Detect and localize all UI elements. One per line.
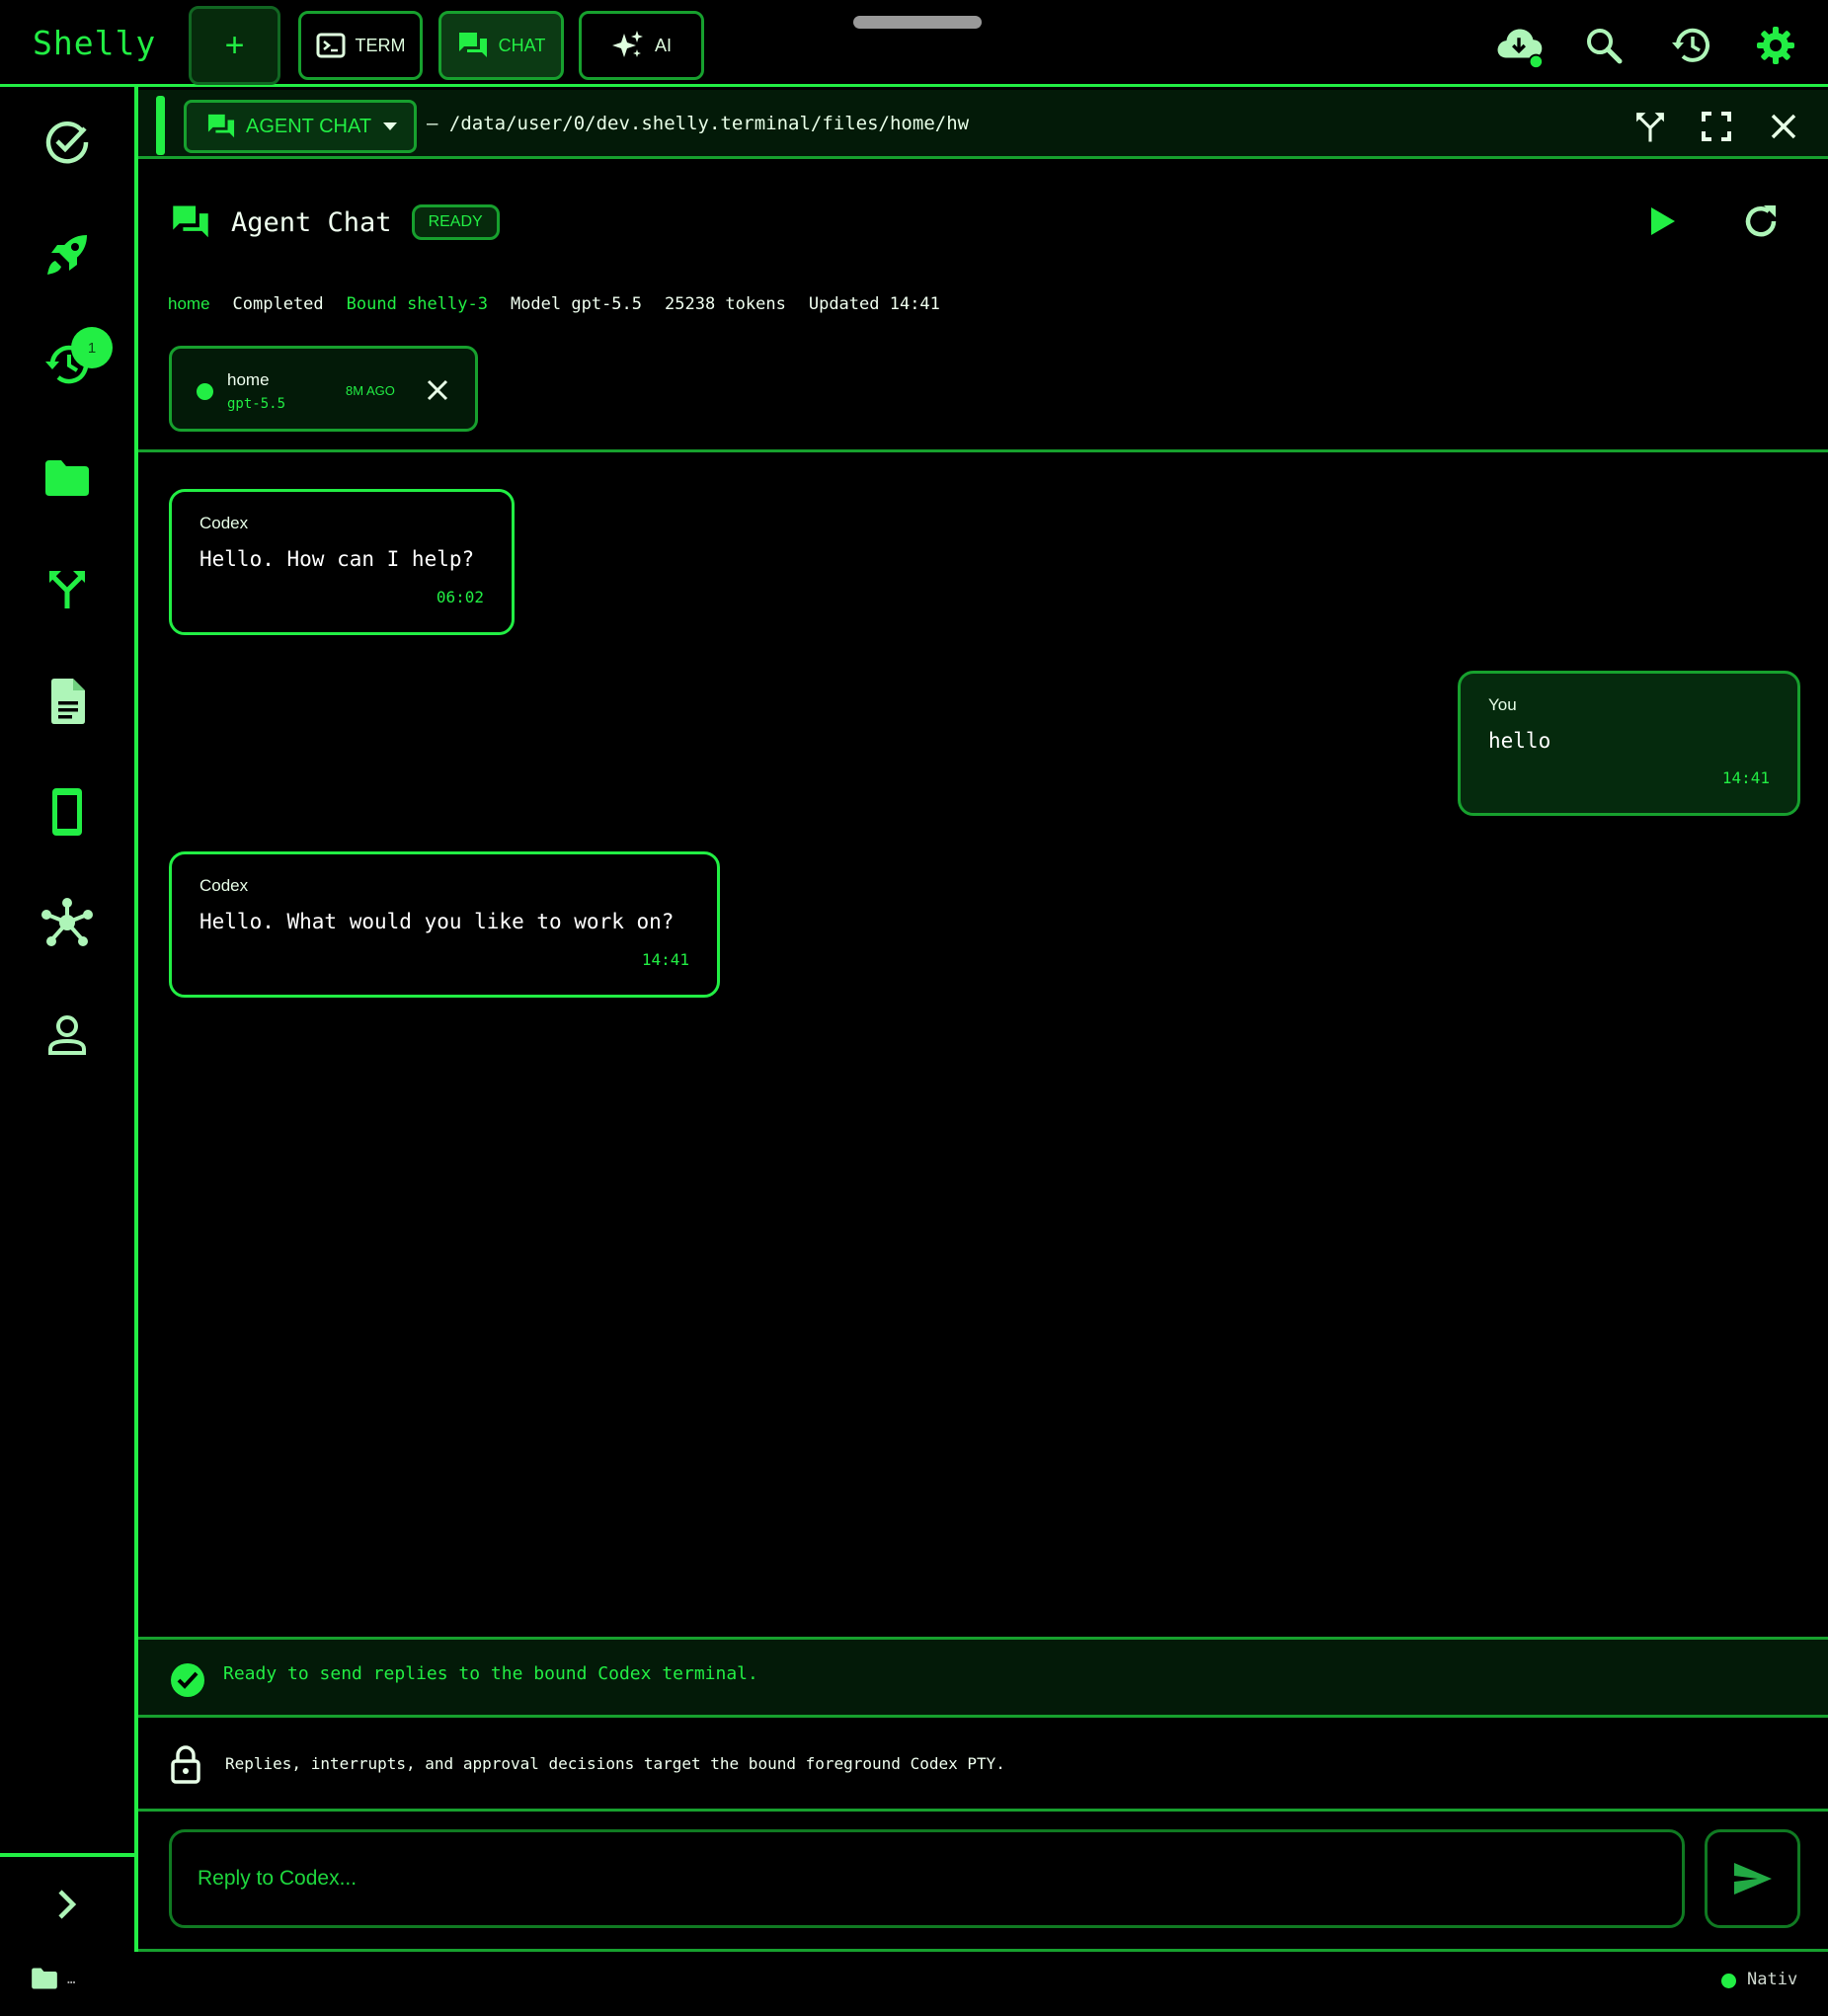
session-meta: home Completed Bound shelly-3 Model gpt-… [168, 294, 940, 314]
play-icon[interactable] [1638, 198, 1686, 245]
device-icon[interactable] [36, 780, 99, 844]
message-bubble-user: You hello 14:41 [1458, 671, 1800, 816]
chat-icon [206, 113, 236, 140]
message-bubble: Codex Hello. How can I help? 06:02 [169, 489, 515, 635]
check-circle-icon [170, 1662, 205, 1698]
message-text: Hello. What would you like to work on? [199, 910, 675, 933]
message-author: You [1488, 695, 1517, 714]
terminal-icon [316, 33, 346, 58]
session-name: home [227, 370, 270, 389]
connection-status-text: Nativ [1747, 1970, 1798, 1989]
message-time: 14:41 [1721, 768, 1770, 787]
header-divider [138, 449, 1828, 452]
agent-chat-dropdown-label: AGENT CHAT [246, 115, 372, 137]
notification-badge: 1 [71, 327, 113, 368]
session-status-dot [197, 383, 213, 400]
close-icon[interactable] [1760, 103, 1807, 150]
tasks-check-icon[interactable] [36, 111, 99, 174]
agent-chat-dropdown[interactable]: AGENT CHAT [184, 100, 417, 153]
message-author: Codex [199, 876, 249, 895]
lock-icon [170, 1744, 205, 1784]
session-model: gpt-5.5 [227, 396, 286, 412]
git-branch-icon[interactable] [36, 557, 99, 620]
session-age: 8M AGO [346, 383, 395, 398]
user-profile-icon[interactable] [36, 1004, 99, 1067]
search-icon[interactable] [1578, 20, 1629, 71]
term-tab-label: TERM [355, 35, 406, 55]
fullscreen-icon[interactable] [1693, 103, 1740, 150]
document-icon[interactable] [36, 670, 99, 733]
message-time: 06:02 [436, 588, 484, 606]
settings-gear-icon[interactable] [1750, 20, 1801, 71]
meta-bound: Bound shelly-3 [346, 294, 488, 314]
folder-icon[interactable] [31, 1967, 58, 1990]
term-tab[interactable]: TERM [298, 11, 423, 80]
chat-title-row: Agent Chat READY [170, 198, 500, 247]
close-session-icon[interactable] [420, 372, 455, 408]
ai-tab[interactable]: AI [579, 11, 704, 80]
history-icon[interactable] [1665, 20, 1716, 71]
status-path-ellipsis: … [67, 1972, 76, 1987]
session-card[interactable]: home gpt-5.5 8M AGO [169, 346, 478, 432]
message-author: Codex [199, 514, 249, 532]
reply-input[interactable] [169, 1829, 1685, 1928]
folder-icon[interactable] [36, 446, 99, 510]
fork-icon[interactable] [1627, 103, 1674, 150]
chat-tab[interactable]: CHAT [438, 11, 564, 80]
cloud-download-icon[interactable] [1493, 20, 1545, 71]
meta-tokens: 25238 tokens [665, 294, 786, 314]
chevron-down-icon [381, 121, 399, 132]
message-text: hello [1488, 729, 1551, 753]
sparkle-icon [611, 30, 645, 61]
meta-state: Completed [232, 294, 324, 314]
network-hub-icon[interactable] [36, 891, 99, 954]
page-title: Agent Chat [231, 206, 392, 238]
message-bubble: Codex Hello. What would you like to work… [169, 851, 720, 998]
pty-notice-text: Replies, interrupts, and approval decisi… [225, 1754, 1005, 1773]
refresh-icon[interactable] [1737, 198, 1785, 245]
send-button[interactable] [1705, 1829, 1800, 1928]
ai-tab-label: AI [654, 35, 672, 55]
meta-model: Model gpt-5.5 [510, 294, 643, 314]
status-badge: READY [411, 204, 500, 240]
message-text: Hello. How can I help? [199, 547, 475, 571]
status-bar [0, 1952, 1828, 2016]
chat-icon [170, 203, 211, 241]
working-directory-path: — /data/user/0/dev.shelly.terminal/files… [427, 113, 970, 134]
expand-sidebar-chevron-icon[interactable] [36, 1873, 99, 1936]
chat-icon [457, 31, 489, 60]
chat-tab-label: CHAT [498, 35, 546, 55]
send-icon [1732, 1861, 1774, 1896]
meta-updated: Updated 14:41 [808, 294, 940, 314]
meta-folder: home [168, 294, 210, 313]
plus-icon: + [224, 26, 245, 64]
panel-accent [156, 96, 165, 155]
message-time: 14:41 [641, 950, 689, 969]
new-session-button[interactable]: + [189, 6, 280, 85]
rocket-icon[interactable] [36, 223, 99, 286]
app-title: Shelly [33, 24, 157, 62]
ready-status-text: Ready to send replies to the bound Codex… [223, 1663, 758, 1684]
connection-status-dot [1721, 1974, 1736, 1988]
